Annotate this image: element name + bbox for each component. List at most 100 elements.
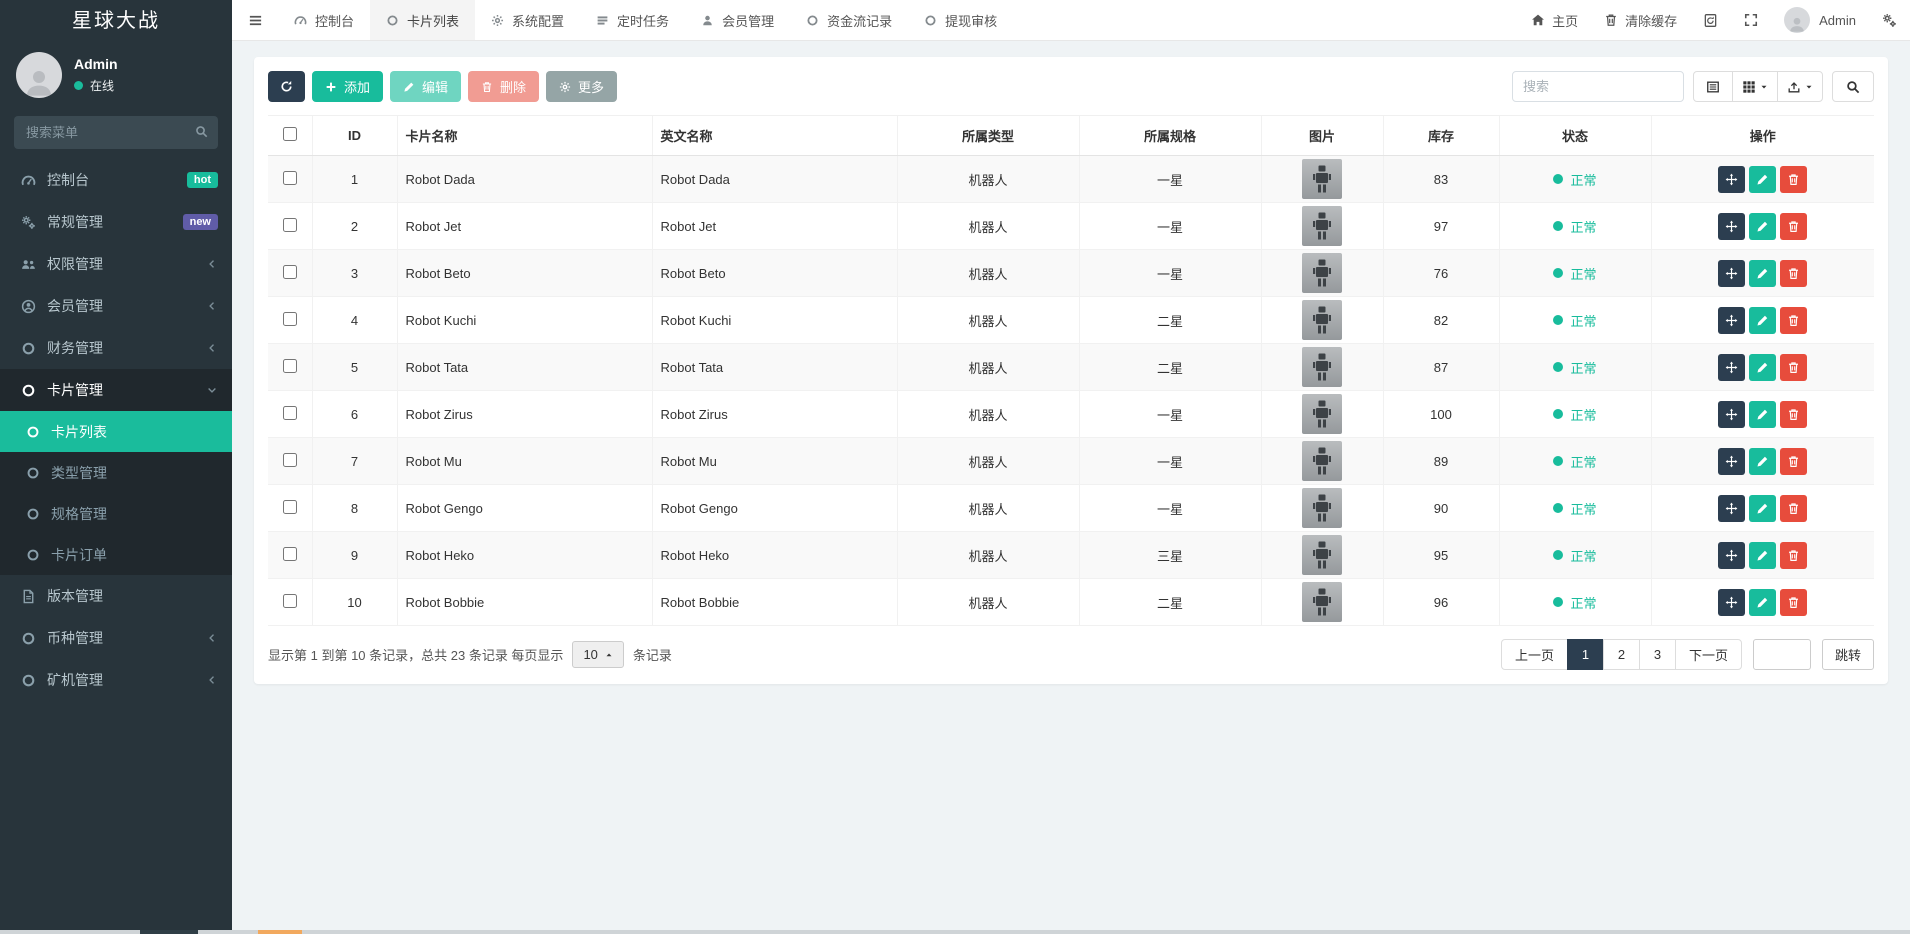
clear-cache-link[interactable]: 清除缓存 <box>1591 0 1690 40</box>
row-checkbox[interactable] <box>282 546 297 561</box>
row-checkbox[interactable] <box>282 452 297 467</box>
tab-card-list[interactable]: 卡片列表 <box>370 0 476 40</box>
tab-members[interactable]: 会员管理 <box>685 0 790 40</box>
delete-row-button[interactable] <box>1780 259 1808 287</box>
delete-row-button[interactable] <box>1780 588 1808 616</box>
row-checkbox[interactable] <box>282 217 297 232</box>
page-button-1[interactable]: 1 <box>1566 639 1604 670</box>
sidebar-item-console[interactable]: 控制台 hot <box>0 159 232 201</box>
scrollbar-thumb[interactable] <box>140 930 198 934</box>
tab-cron-tasks[interactable]: 定时任务 <box>580 0 685 40</box>
refresh-button[interactable] <box>268 71 305 102</box>
page-size-select[interactable]: 10 <box>572 641 624 668</box>
sidebar-item-card-list[interactable]: 卡片列表 <box>0 411 232 452</box>
edit-row-button[interactable] <box>1749 353 1777 381</box>
sidebar-item-card-orders[interactable]: 卡片订单 <box>0 534 232 575</box>
move-row-button[interactable] <box>1718 588 1746 616</box>
sidebar-item-cards[interactable]: 卡片管理 <box>0 369 232 411</box>
row-checkbox[interactable] <box>282 358 297 373</box>
trash-icon <box>1787 267 1800 280</box>
chevron-left-icon <box>206 300 218 312</box>
horizontal-scrollbar[interactable] <box>0 930 1910 934</box>
cell-actions <box>1650 531 1874 579</box>
sidebar-item-finance[interactable]: 财务管理 <box>0 327 232 369</box>
sidebar-search-input[interactable] <box>14 116 218 149</box>
gear-icon <box>491 14 504 27</box>
delete-row-button[interactable] <box>1780 447 1808 475</box>
search-button[interactable] <box>1832 71 1874 102</box>
sidebar-item-members[interactable]: 会员管理 <box>0 285 232 327</box>
home-link[interactable]: 主页 <box>1518 0 1591 40</box>
select-all-checkbox[interactable] <box>282 127 297 141</box>
move-row-button[interactable] <box>1718 212 1746 240</box>
row-checkbox[interactable] <box>282 405 297 420</box>
row-checkbox[interactable] <box>282 311 297 326</box>
columns-button[interactable] <box>1732 71 1778 102</box>
delete-row-button[interactable] <box>1780 306 1808 334</box>
delete-row-button[interactable] <box>1780 212 1808 240</box>
circle-icon <box>806 14 819 27</box>
cell-en-name: Robot Heko <box>651 531 897 579</box>
page-button-3[interactable]: 3 <box>1638 639 1676 670</box>
move-row-button[interactable] <box>1718 353 1746 381</box>
tab-system-config[interactable]: 系统配置 <box>475 0 580 40</box>
status-label: 正常 <box>1570 407 1597 423</box>
sidebar-item-general[interactable]: 常规管理 new <box>0 201 232 243</box>
row-checkbox[interactable] <box>282 593 297 608</box>
settings-button[interactable] <box>1869 0 1910 40</box>
sidebar-item-version[interactable]: 版本管理 <box>0 575 232 617</box>
move-row-button[interactable] <box>1718 494 1746 522</box>
move-row-button[interactable] <box>1718 259 1746 287</box>
cell-stock: 97 <box>1382 202 1499 250</box>
fullscreen-button[interactable] <box>1731 0 1771 40</box>
more-button[interactable]: 更多 <box>546 71 618 102</box>
refresh-page-button[interactable] <box>1690 0 1731 40</box>
delete-row-button[interactable] <box>1780 541 1808 569</box>
move-row-button[interactable] <box>1718 447 1746 475</box>
next-page-button[interactable]: 下一页 <box>1674 639 1742 670</box>
tab-withdraw-audit[interactable]: 提现审核 <box>908 0 1013 40</box>
row-checkbox[interactable] <box>282 499 297 514</box>
delete-row-button[interactable] <box>1780 165 1808 193</box>
sidebar-item-miner[interactable]: 矿机管理 <box>0 659 232 701</box>
delete-row-button[interactable] <box>1780 400 1808 428</box>
prev-page-button[interactable]: 上一页 <box>1500 639 1568 670</box>
move-row-button[interactable] <box>1718 165 1746 193</box>
delete-row-button[interactable] <box>1780 494 1808 522</box>
edit-row-button[interactable] <box>1749 259 1777 287</box>
page-jump-input[interactable] <box>1752 639 1811 670</box>
move-row-button[interactable] <box>1718 541 1746 569</box>
sidebar-item-type-management[interactable]: 类型管理 <box>0 452 232 493</box>
user-menu[interactable]: Admin <box>1771 0 1869 40</box>
page-jump-button[interactable]: 跳转 <box>1821 639 1874 670</box>
tab-console[interactable]: 控制台 <box>278 0 370 40</box>
tab-fund-records[interactable]: 资金流记录 <box>790 0 908 40</box>
edit-button[interactable]: 编辑 <box>390 71 462 102</box>
edit-row-button[interactable] <box>1749 306 1777 334</box>
cell-actions <box>1650 390 1874 438</box>
search-icon[interactable] <box>195 125 208 138</box>
sidebar-item-spec-management[interactable]: 规格管理 <box>0 493 232 534</box>
table-search-input[interactable] <box>1512 71 1684 102</box>
move-row-button[interactable] <box>1718 400 1746 428</box>
edit-row-button[interactable] <box>1749 541 1777 569</box>
toggle-view-button[interactable] <box>1693 71 1733 102</box>
export-button[interactable] <box>1777 71 1823 102</box>
sidebar-item-permissions[interactable]: 权限管理 <box>0 243 232 285</box>
edit-row-button[interactable] <box>1749 165 1777 193</box>
edit-row-button[interactable] <box>1749 494 1777 522</box>
delete-button[interactable]: 删除 <box>468 71 540 102</box>
edit-row-button[interactable] <box>1749 212 1777 240</box>
cell-type: 机器人 <box>896 578 1079 626</box>
edit-row-button[interactable] <box>1749 400 1777 428</box>
edit-row-button[interactable] <box>1749 588 1777 616</box>
edit-row-button[interactable] <box>1749 447 1777 475</box>
delete-row-button[interactable] <box>1780 353 1808 381</box>
row-checkbox[interactable] <box>282 264 297 279</box>
sidebar-toggle-button[interactable] <box>232 0 278 40</box>
add-button[interactable]: 添加 <box>312 71 384 102</box>
row-checkbox[interactable] <box>282 170 297 185</box>
move-row-button[interactable] <box>1718 306 1746 334</box>
page-button-2[interactable]: 2 <box>1602 639 1640 670</box>
sidebar-item-currency[interactable]: 币种管理 <box>0 617 232 659</box>
